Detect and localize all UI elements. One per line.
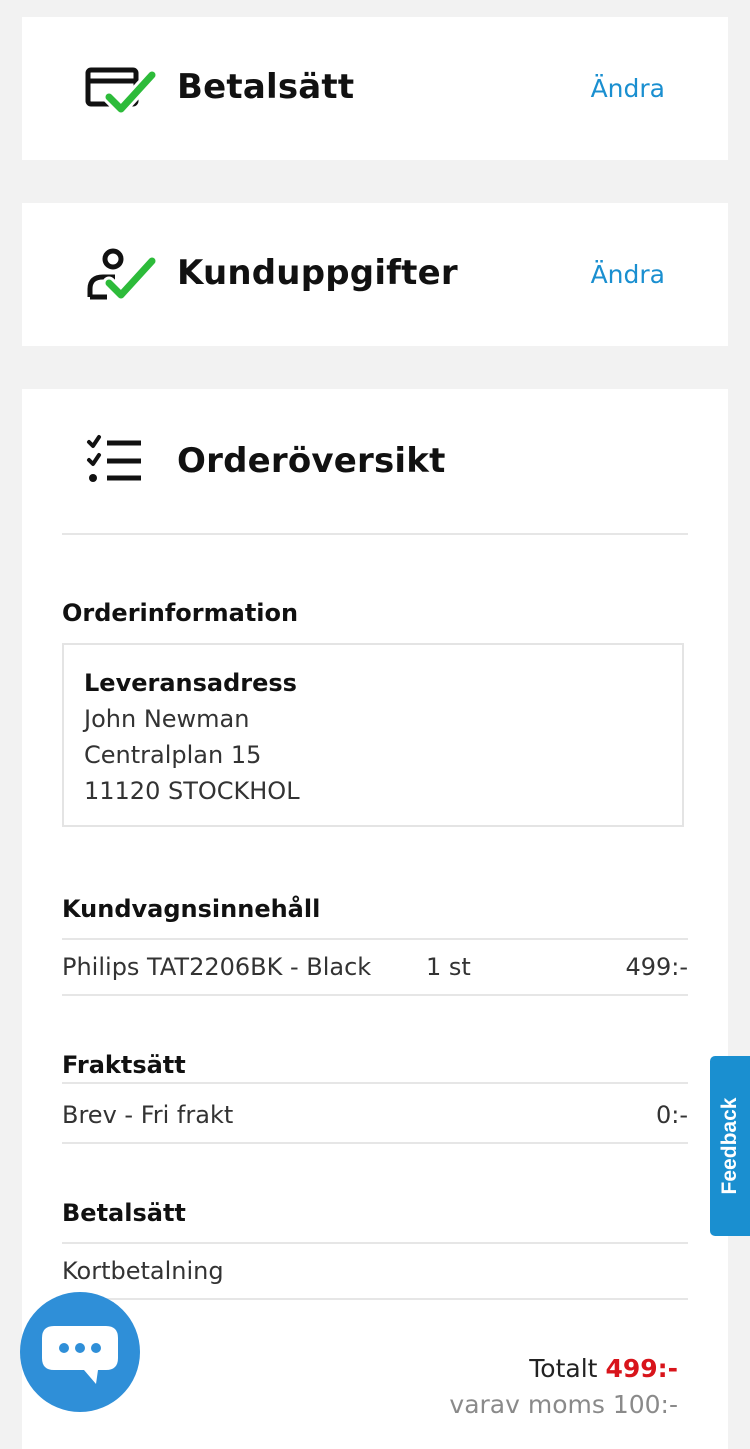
cart-heading: Kundvagnsinnehåll bbox=[62, 895, 321, 923]
shipping-method: Brev - Fri frakt bbox=[62, 1101, 234, 1129]
payment-method-card: Betalsätt Ändra bbox=[22, 17, 728, 160]
cart-item-qty: 1 st bbox=[426, 953, 471, 981]
order-overview-title: Orderöversikt bbox=[177, 441, 446, 481]
payment-method-value: Kortbetalning bbox=[62, 1257, 224, 1285]
delivery-address-box: Leveransadress John Newman Centralplan 1… bbox=[62, 643, 684, 827]
payment-method-change-link[interactable]: Ändra bbox=[591, 74, 665, 103]
payment-heading: Betalsätt bbox=[62, 1199, 186, 1227]
row-divider bbox=[62, 994, 688, 996]
total-line: Totalt 499:- bbox=[529, 1354, 678, 1383]
order-info-heading: Orderinformation bbox=[62, 599, 299, 627]
vat-text: varav moms 100:- bbox=[449, 1390, 678, 1419]
shipping-heading: Fraktsätt bbox=[62, 1051, 186, 1079]
address-street: Centralplan 15 bbox=[84, 741, 262, 769]
address-name: John Newman bbox=[84, 705, 250, 733]
row-divider bbox=[62, 1142, 688, 1144]
customer-details-change-link[interactable]: Ändra bbox=[591, 260, 665, 289]
address-postal: 11120 STOCKHOL bbox=[84, 777, 300, 805]
chat-button[interactable] bbox=[20, 1292, 140, 1412]
customer-details-title: Kunduppgifter bbox=[177, 253, 458, 293]
feedback-tab[interactable]: Feedback bbox=[710, 1056, 750, 1236]
cart-item-name: Philips TAT2206BK - Black bbox=[62, 953, 372, 981]
cart-item-price: 499:- bbox=[625, 953, 688, 981]
row-divider bbox=[62, 1082, 688, 1084]
person-check-icon bbox=[87, 248, 157, 302]
payment-method-title: Betalsätt bbox=[177, 67, 355, 107]
shipping-price: 0:- bbox=[655, 1101, 688, 1129]
feedback-label: Feedback bbox=[718, 1097, 741, 1195]
total-label: Totalt bbox=[529, 1354, 598, 1383]
delivery-address-label: Leveransadress bbox=[84, 669, 297, 697]
total-value: 499:- bbox=[605, 1354, 678, 1383]
row-divider bbox=[62, 938, 688, 940]
row-divider bbox=[62, 1242, 688, 1244]
card-check-icon bbox=[85, 67, 157, 116]
chat-bubble-icon bbox=[42, 1326, 118, 1384]
checklist-icon bbox=[87, 435, 141, 482]
order-overview-card: Orderöversikt Orderinformation Leveransa… bbox=[22, 389, 728, 1449]
customer-details-card: Kunduppgifter Ändra bbox=[22, 203, 728, 346]
header-divider bbox=[62, 533, 688, 535]
row-divider bbox=[62, 1298, 688, 1300]
